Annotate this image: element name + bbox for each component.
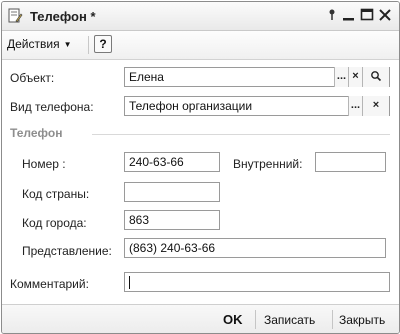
search-icon (371, 71, 382, 82)
actions-menu-label: Действия (7, 37, 60, 51)
maximize-icon[interactable] (358, 6, 376, 24)
help-button[interactable]: ? (94, 35, 112, 53)
footer-divider (255, 310, 256, 329)
close-icon[interactable] (376, 6, 394, 24)
footer-divider (332, 310, 333, 329)
phone-type-clear-button[interactable]: × (362, 96, 390, 116)
city-code-field-value: 863 (129, 213, 150, 227)
city-code-field[interactable]: 863 (124, 210, 220, 230)
number-label: Номер : (22, 157, 66, 171)
footer-bar: OK Записать Закрыть (2, 304, 399, 333)
toolbar: Действия ▼ ? (2, 31, 399, 60)
phone-type-field-value: Телефон организации (129, 99, 253, 113)
phone-type-label: Вид телефона: (10, 100, 94, 114)
object-open-button[interactable] (362, 67, 390, 87)
country-code-label: Код страны: (22, 187, 90, 201)
document-edit-icon (7, 8, 23, 24)
number-field-value: 240-63-66 (129, 155, 184, 169)
object-select-button[interactable]: ... (334, 67, 348, 87)
object-clear-button[interactable]: × (348, 67, 362, 87)
phone-section-title: Телефон (10, 126, 63, 140)
toolbar-divider (88, 36, 89, 54)
phone-dialog-window: Телефон * Действия ▼ ? Объект: Елена ...… (1, 1, 400, 334)
country-code-field[interactable] (124, 182, 220, 202)
save-button[interactable]: Записать (264, 313, 315, 327)
section-divider (92, 134, 390, 135)
title-bar[interactable]: Телефон * (2, 2, 399, 31)
object-field-value: Елена (129, 70, 164, 84)
pin-icon[interactable] (323, 6, 341, 24)
window-title: Телефон * (30, 9, 96, 24)
representation-field-value: (863) 240-63-66 (129, 241, 216, 255)
representation-label: Представление: (22, 244, 112, 258)
close-button[interactable]: Закрыть (339, 313, 385, 327)
representation-field[interactable]: (863) 240-63-66 (124, 238, 386, 258)
city-code-label: Код города: (22, 216, 87, 230)
text-cursor (129, 276, 130, 289)
internal-field[interactable] (315, 152, 386, 172)
internal-label: Внутренний: (233, 157, 303, 171)
actions-menu-button[interactable]: Действия ▼ (7, 37, 72, 51)
minimize-icon[interactable] (340, 6, 358, 24)
object-label: Объект: (10, 71, 55, 85)
chevron-down-icon: ▼ (63, 40, 72, 49)
ok-button[interactable]: OK (223, 312, 243, 327)
comment-field[interactable] (124, 272, 390, 292)
phone-type-select-button[interactable]: ... (348, 96, 362, 116)
number-field[interactable]: 240-63-66 (124, 152, 220, 172)
comment-label: Комментарий: (10, 277, 89, 291)
